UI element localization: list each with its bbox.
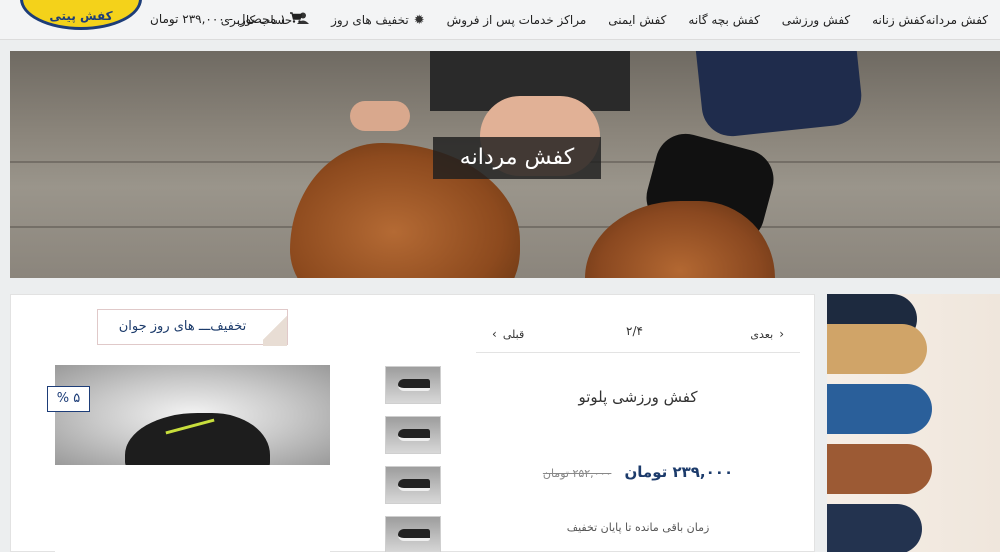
shoe-image	[827, 384, 932, 434]
hero-hand	[350, 101, 410, 131]
next-button[interactable]: ‹ بعدی	[750, 327, 790, 341]
nav-item-label: کفش ورزشی	[781, 13, 851, 27]
thumbnail-image	[398, 479, 430, 491]
deals-heading-label: تخفیف‌ـــ های روز جوان	[118, 319, 247, 334]
image-whitespace	[55, 465, 330, 552]
price-row: ۲۳۹,۰۰۰ تومان ۲۵۲,۰۰۰ تومان	[476, 462, 800, 481]
nav-item-men-shoes[interactable]: کفش مردانه	[926, 13, 988, 27]
product-thumbnail[interactable]	[385, 516, 441, 552]
pager-count: ۲/۴	[626, 324, 643, 338]
product-thumbnail[interactable]	[385, 416, 441, 454]
cart-label: ۱ محصول - ۲۳۹,۰۰۰ تومان	[150, 12, 287, 26]
nav-item-sport-shoes[interactable]: کفش ورزشی	[782, 13, 850, 27]
shoe-image	[827, 324, 927, 374]
nav-item-label: کفش مردانه	[925, 13, 988, 27]
next-label: بعدی	[750, 327, 774, 341]
gear-icon: ✹	[413, 12, 425, 28]
hero-trouser	[695, 51, 865, 140]
chevron-left-icon: ‹	[779, 327, 784, 341]
shoe-image	[827, 504, 922, 552]
main-nav: کفش مردانه کفش زنانه کفش ورزشی کفش بچه گ…	[199, 0, 988, 40]
discount-badge: ۵ %	[47, 386, 90, 412]
thumbnail-image	[398, 379, 430, 391]
shoe-image	[827, 444, 932, 494]
nav-item-women-shoes[interactable]: کفش زنانه	[872, 13, 925, 27]
nav-item-label: تخفیف های روز	[331, 13, 409, 27]
price-old: ۲۵۲,۰۰۰ تومان	[542, 467, 612, 480]
nav-item-label: کفش زنانه	[872, 13, 926, 27]
nav-item-daily-deals[interactable]: ✹ تخفیف های روز	[331, 13, 425, 28]
product-main-image[interactable]	[55, 365, 330, 493]
prev-label: قبلی	[502, 327, 525, 341]
side-banner-image[interactable]	[827, 294, 1000, 552]
nav-item-service-centers[interactable]: مراکز خدمات پس از فروش	[447, 13, 587, 27]
deals-heading: تخفیف‌ـــ های روز جوان	[97, 309, 288, 346]
nav-item-kids-shoes[interactable]: کفش بچه گانه	[688, 13, 759, 27]
site-logo[interactable]: کفش پیتی	[20, 0, 142, 30]
discount-timer-label: زمان باقی مانده تا پایان تخفیف	[566, 521, 710, 534]
logo-text: کفش پیتی	[49, 9, 113, 23]
hero-title: کفش مردانه	[433, 137, 601, 179]
top-navbar: کفش پیتی کفش مردانه کفش زنانه کفش ورزشی …	[0, 0, 1000, 40]
divider	[476, 352, 800, 353]
product-thumbnail[interactable]	[385, 366, 441, 404]
thumbnail-image	[398, 529, 430, 541]
price-new: ۲۳۹,۰۰۰ تومان	[624, 463, 734, 481]
product-thumbnail[interactable]	[385, 466, 441, 504]
nav-item-label: مراکز خدمات پس از فروش	[446, 13, 587, 27]
nav-item-label: کفش بچه گانه	[688, 13, 760, 27]
cart-icon	[290, 12, 303, 26]
nav-item-label: کفش ایمنی	[608, 13, 667, 27]
cart-summary[interactable]: ۱ محصول - ۲۳۹,۰۰۰ تومان	[150, 12, 303, 26]
chevron-right-icon: ›	[492, 327, 497, 341]
nav-item-safety-shoes[interactable]: کفش ایمنی	[608, 13, 666, 27]
product-title[interactable]: کفش ورزشی پلوتو	[476, 388, 800, 406]
deal-pager: ‹ بعدی ۲/۴ قبلی ›	[476, 322, 800, 352]
thumbnail-image	[398, 429, 430, 441]
prev-button[interactable]: قبلی ›	[486, 327, 524, 341]
